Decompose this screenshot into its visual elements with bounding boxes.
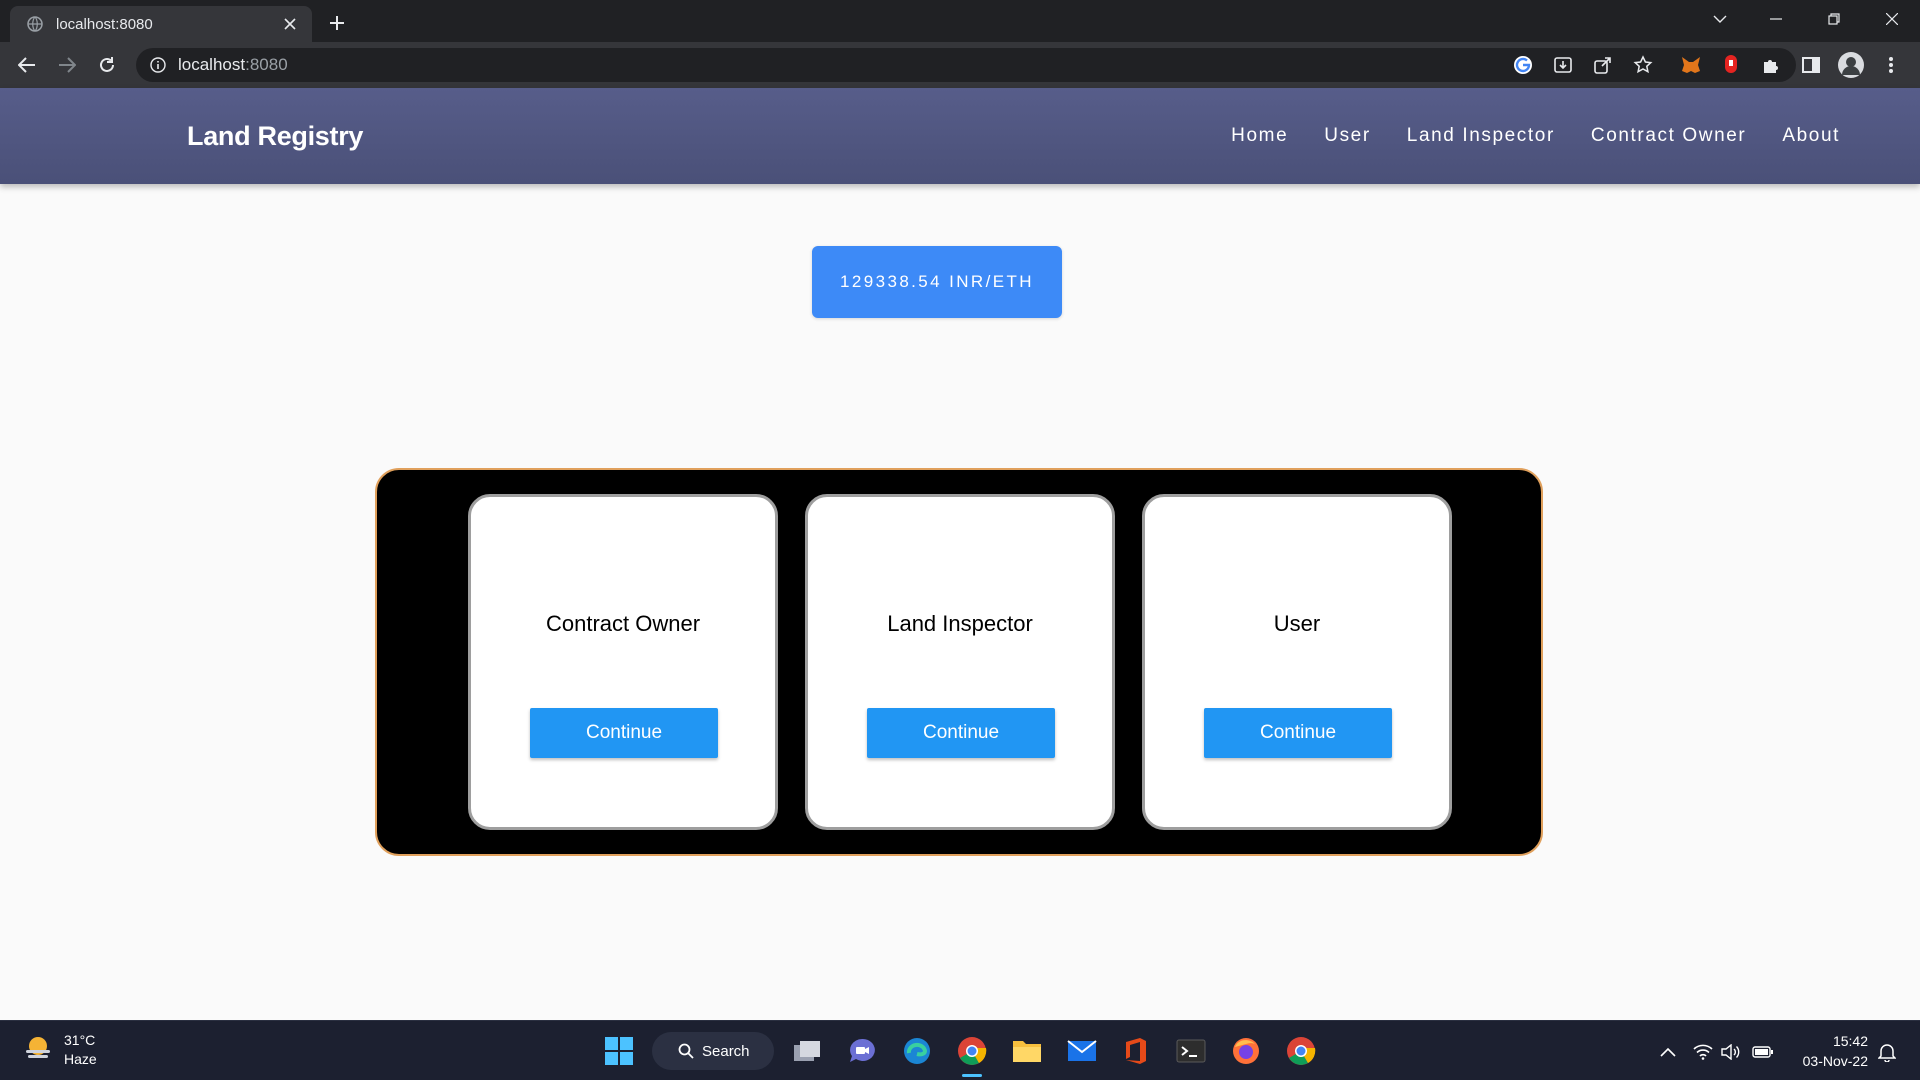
weather-temp: 31°C [64, 1032, 96, 1048]
tab-search-icon[interactable] [1692, 0, 1748, 38]
show-hidden-icons-chevron-icon[interactable] [1657, 1041, 1679, 1063]
card-title: User [1273, 611, 1321, 636]
land-inspector-continue-button[interactable]: Continue [867, 708, 1055, 758]
site-navbar: Land Registry Home User Land Inspector C… [0, 88, 1920, 184]
reload-icon[interactable] [92, 50, 122, 80]
url-text: localhost:8080 [178, 55, 288, 75]
mail-icon[interactable] [1064, 1033, 1100, 1069]
globe-icon [26, 15, 44, 33]
url-bar[interactable]: localhost:8080 [136, 48, 1796, 82]
nav-about[interactable]: About [1782, 125, 1840, 147]
windows-taskbar: 31°C Haze Search 15:42 03-Nov-22 [0, 1020, 1920, 1080]
terminal-icon[interactable] [1173, 1033, 1209, 1069]
google-icon[interactable] [1510, 52, 1536, 78]
office-icon[interactable] [1118, 1033, 1154, 1069]
clock-date: 03-Nov-22 [1802, 1053, 1868, 1069]
file-explorer-icon[interactable] [1009, 1033, 1045, 1069]
nav-links: Home User Land Inspector Contract Owner … [1195, 88, 1840, 184]
active-app-indicator [962, 1074, 982, 1077]
eth-rate-button[interactable]: 129338.54 INR/ETH [812, 246, 1062, 318]
card-title: Land Inspector [887, 611, 1033, 636]
role-cards-container: Contract Owner Continue Land Inspector C… [375, 468, 1543, 856]
side-panel-icon[interactable] [1798, 52, 1824, 78]
browser-toolbar: localhost:8080 [0, 42, 1920, 88]
extensions-puzzle-icon[interactable] [1758, 52, 1784, 78]
weather-haze-icon [22, 1032, 54, 1069]
browser-tab-bar: localhost:8080 [0, 0, 1920, 42]
contract-owner-continue-button[interactable]: Continue [530, 708, 718, 758]
battery-icon[interactable] [1752, 1041, 1774, 1063]
weather-widget[interactable]: 31°C Haze [22, 1031, 97, 1069]
card-title: Contract Owner [545, 611, 701, 636]
land-inspector-card: Land Inspector Continue [805, 494, 1115, 830]
metamask-icon[interactable] [1678, 52, 1704, 78]
extension-red-icon[interactable] [1718, 52, 1744, 78]
minimize-icon[interactable] [1748, 0, 1804, 38]
info-icon[interactable] [150, 57, 166, 73]
install-app-icon[interactable] [1550, 52, 1576, 78]
taskbar-search[interactable]: Search [652, 1032, 774, 1070]
search-label: Search [702, 1042, 750, 1060]
browser-tab[interactable]: localhost:8080 [10, 6, 312, 42]
user-continue-button[interactable]: Continue [1204, 708, 1392, 758]
menu-kebab-icon[interactable] [1878, 52, 1904, 78]
close-tab-icon[interactable] [278, 12, 302, 36]
url-port: :8080 [245, 55, 288, 74]
edge-icon[interactable] [899, 1033, 935, 1069]
weather-desc: Haze [64, 1051, 97, 1067]
chrome-profile-icon[interactable] [1283, 1033, 1319, 1069]
clock-time: 15:42 [1832, 1033, 1868, 1049]
user-card: User Continue [1142, 494, 1452, 830]
search-icon [678, 1043, 694, 1059]
wifi-icon[interactable] [1692, 1041, 1714, 1063]
profile-avatar-icon[interactable] [1838, 52, 1864, 78]
nav-land-inspector[interactable]: Land Inspector [1407, 125, 1555, 147]
restore-icon[interactable] [1806, 0, 1862, 38]
forward-icon[interactable] [52, 50, 82, 80]
teams-chat-icon[interactable] [844, 1033, 880, 1069]
new-tab-icon[interactable] [322, 8, 352, 38]
close-window-icon[interactable] [1864, 0, 1920, 38]
firefox-icon[interactable] [1228, 1033, 1264, 1069]
taskbar-clock[interactable]: 15:42 03-Nov-22 [1803, 1031, 1868, 1071]
windows-start-icon[interactable] [601, 1033, 637, 1069]
bookmark-star-icon[interactable] [1630, 52, 1656, 78]
share-icon[interactable] [1590, 52, 1616, 78]
nav-user[interactable]: User [1324, 125, 1371, 147]
chrome-icon[interactable] [954, 1033, 990, 1069]
nav-contract-owner[interactable]: Contract Owner [1591, 125, 1746, 147]
contract-owner-card: Contract Owner Continue [468, 494, 778, 830]
back-icon[interactable] [12, 50, 42, 80]
task-view-icon[interactable] [790, 1033, 826, 1069]
volume-icon[interactable] [1720, 1041, 1742, 1063]
tab-title: localhost:8080 [56, 15, 153, 33]
nav-home[interactable]: Home [1231, 125, 1288, 147]
notification-bell-icon[interactable] [1876, 1041, 1898, 1063]
url-host: localhost [178, 55, 246, 74]
brand-title[interactable]: Land Registry [187, 88, 363, 184]
